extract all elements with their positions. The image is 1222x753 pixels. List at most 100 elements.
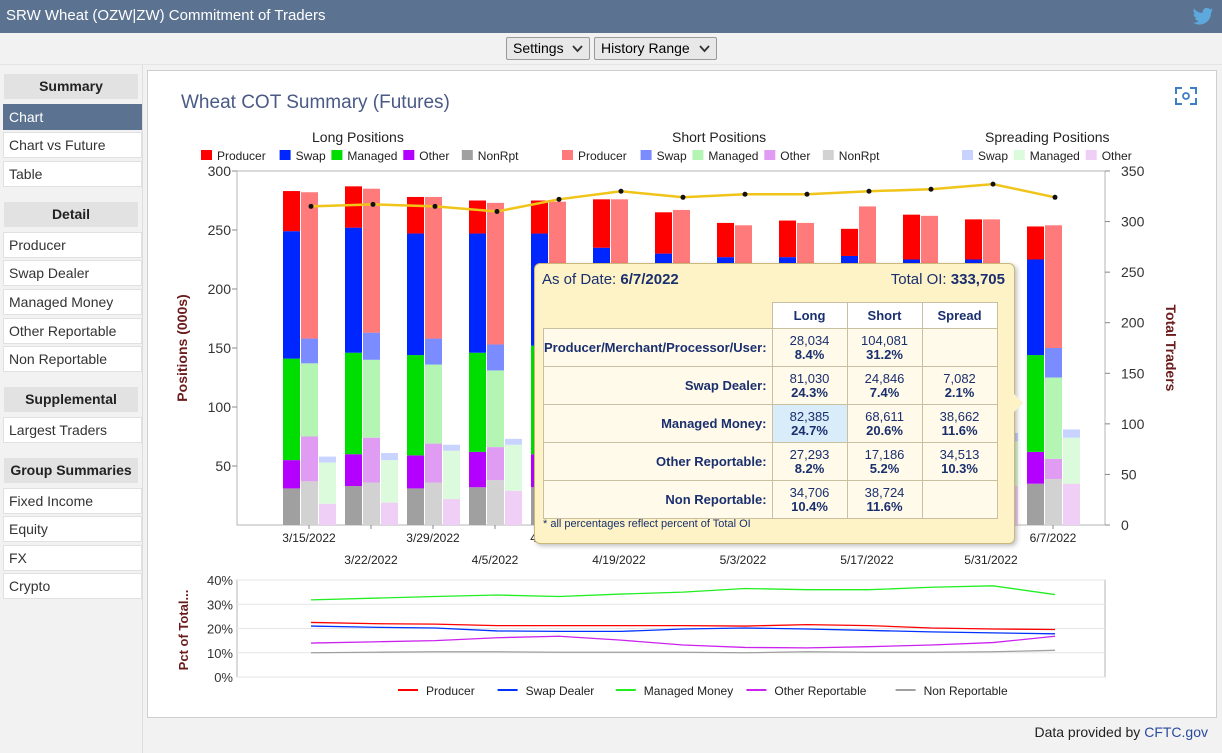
bar-long-producer <box>779 220 796 258</box>
total-traders-point <box>308 203 314 209</box>
bar-long-producer <box>469 200 486 234</box>
y2-tick-label: 250 <box>1121 264 1145 280</box>
bar-spread-other <box>1063 483 1080 525</box>
cell <box>921 328 998 367</box>
bar-long-nonrpt <box>345 486 362 525</box>
footer: Data provided by CFTC.gov <box>1034 724 1208 740</box>
legend-swatch <box>764 150 776 160</box>
cell: 7,082 2.1% <box>921 366 998 405</box>
x-tick-label: 3/22/2022 <box>344 553 398 567</box>
x-tick-label: 5/31/2022 <box>964 553 1018 567</box>
y-tick-label: 150 <box>208 340 232 356</box>
pct-y-axis-label: Pct of Total... <box>176 590 191 671</box>
bar-long-managed <box>283 358 300 461</box>
cftc-link[interactable]: CFTC.gov <box>1144 724 1208 740</box>
legend: Long Positions Short Positions Spreading… <box>312 129 1110 145</box>
tooltip-col-spread: Spread <box>921 302 998 329</box>
bar-short-nonrpt <box>301 481 318 525</box>
bar-short-swap <box>363 332 380 360</box>
bar-long-other <box>345 454 362 487</box>
table-row: Producer/Merchant/Processor/User: 28,034… <box>543 328 998 367</box>
bar-long-producer <box>717 222 734 258</box>
bar-short-swap <box>1045 348 1062 378</box>
bar-short-producer <box>363 188 380 333</box>
row-label: Producer/Merchant/Processor/User: <box>543 328 773 367</box>
row-label: Other Reportable: <box>543 442 773 481</box>
row-label: Swap Dealer: <box>543 366 773 405</box>
bar-short-producer <box>487 202 504 345</box>
bar-short-nonrpt <box>425 482 442 525</box>
bar-long-producer <box>841 228 858 256</box>
cell: 34,706 10.4% <box>771 480 848 519</box>
bar-long-swap <box>407 233 424 356</box>
bar-spread-other <box>319 503 336 525</box>
tooltip-note: * all percentages reflect percent of Tot… <box>543 518 751 530</box>
table-row: Other Reportable: 27,293 8.2% 17,186 5.2% … <box>543 442 998 481</box>
cell: 27,293 8.2% <box>771 442 848 481</box>
total-traders-point <box>370 201 376 207</box>
legend-swatch <box>562 150 573 160</box>
bar-spread-swap <box>319 456 336 463</box>
total-traders-point <box>680 194 686 200</box>
total-traders-point <box>618 188 624 194</box>
bar-long-producer <box>345 186 362 228</box>
data-tooltip: As of Date: 6/7/2022 Total OI: 333,705 L… <box>534 263 1023 544</box>
y2-tick-label: 50 <box>1121 466 1137 482</box>
cell-highlighted: 82,385 24.7% <box>771 404 848 443</box>
bar-short-producer <box>1045 225 1062 348</box>
pct-legend-label: Swap Dealer <box>526 684 595 698</box>
bar-short-swap <box>425 338 442 365</box>
tooltip-date: As of Date: 6/7/2022 <box>542 271 679 288</box>
cell: 17,186 5.2% <box>846 442 923 481</box>
cell: 104,081 31.2% <box>846 328 923 367</box>
y2-tick-label: 350 <box>1121 163 1145 179</box>
legend-swatch <box>822 150 834 160</box>
bar-short-managed <box>1045 377 1062 459</box>
bar-short-swap <box>487 344 504 371</box>
tooltip-arrow <box>1014 394 1023 412</box>
legend-label: Other <box>1102 149 1132 163</box>
cell: 38,724 11.6% <box>846 480 923 519</box>
bar-long-producer <box>965 219 982 260</box>
bar-spread-swap <box>1063 429 1080 438</box>
y2-tick-label: 300 <box>1121 214 1145 230</box>
y2-tick-label: 200 <box>1121 315 1145 331</box>
bar-spread-other <box>381 502 398 525</box>
pct-tick-label: 20% <box>207 622 233 637</box>
bar-long-swap <box>469 233 486 353</box>
bar-spread-swap <box>443 444 460 451</box>
pct-tick-label: 40% <box>207 573 233 588</box>
bar-short-producer <box>301 192 318 339</box>
legend-label: Swap <box>978 149 1008 163</box>
legend-swatch <box>1013 150 1025 160</box>
cell: 24,846 7.4% <box>846 366 923 405</box>
y-tick-label: 200 <box>208 281 232 297</box>
tooltip-total: Total OI: 333,705 <box>891 271 1005 288</box>
y-tick-label: 100 <box>208 399 232 415</box>
pct-tick-label: 10% <box>207 646 233 661</box>
pct-legend-label: Non Reportable <box>924 684 1008 698</box>
legend-swatch <box>331 150 343 160</box>
bar-spread-managed <box>443 450 460 500</box>
cell: 34,513 10.3% <box>921 442 998 481</box>
bar-short-other <box>1045 458 1062 479</box>
bar-long-producer <box>655 212 672 254</box>
pct-tick-label: 30% <box>207 597 233 612</box>
fullscreen-icon[interactable] <box>1175 87 1197 105</box>
bar-short-producer <box>425 196 442 339</box>
bar-long-producer <box>407 196 424 234</box>
total-traders-point <box>804 191 810 197</box>
bar-long-swap <box>1027 259 1044 356</box>
table-row: Non Reportable: 34,706 10.4% 38,724 11.6% <box>543 480 998 519</box>
tooltip-date-value: 6/7/2022 <box>620 271 679 288</box>
legend-label: Producer <box>578 149 627 163</box>
pct-legend-label: Other Reportable <box>774 684 866 698</box>
bar-short-managed <box>487 370 504 448</box>
legend-swatch <box>461 150 473 160</box>
y2-tick-label: 0 <box>1121 517 1129 533</box>
bar-spread-swap <box>381 453 398 461</box>
row-label: Non Reportable: <box>543 480 773 519</box>
row-label: Managed Money: <box>543 404 773 443</box>
legend-label: NonRpt <box>839 149 880 163</box>
bar-long-other <box>1027 451 1044 484</box>
